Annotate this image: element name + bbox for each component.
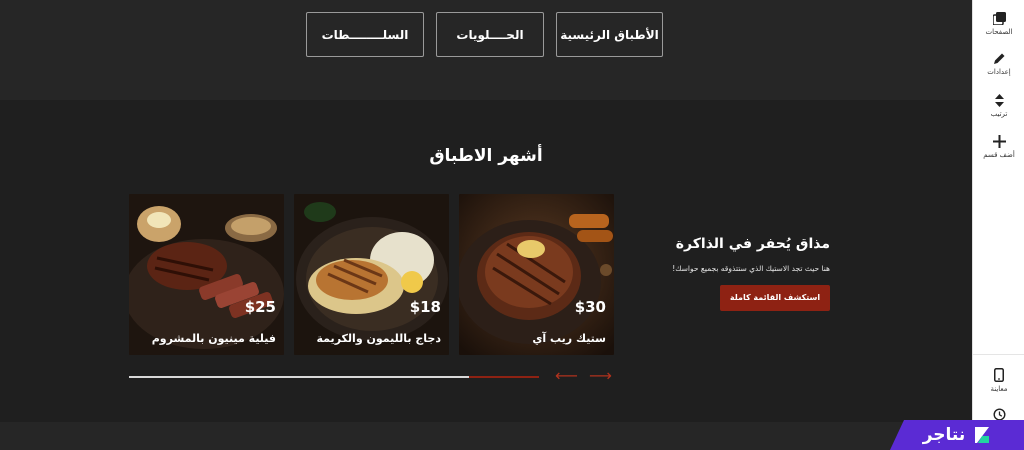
category-desserts-button[interactable]: الحــــلويات	[436, 12, 544, 57]
sidebar-label: معاينة	[990, 385, 1008, 393]
category-strip: الأطباق الرئيسية الحــــلويات السلــــــ…	[0, 0, 972, 100]
dish-card-lemon-chicken[interactable]: $18 دجاج بالليمون والكريمة	[294, 194, 449, 355]
dish-photo	[294, 194, 449, 355]
brand-logo-icon	[975, 427, 990, 443]
pages-icon	[992, 12, 1006, 25]
sidebar-divider	[973, 354, 1024, 355]
explore-menu-button[interactable]: استكشف القائمة كاملة	[720, 285, 830, 311]
sidebar-item-add-section[interactable]: أضف قسم	[973, 135, 1024, 159]
sort-icon	[994, 94, 1004, 107]
section-intro: مذاق يُحفر في الذاكرة هنا حيث تجد الاستي…	[630, 236, 830, 311]
sidebar-item-order[interactable]: ترتيب	[973, 94, 1024, 118]
carousel-next-arrow-icon[interactable]: ⟶	[589, 366, 612, 385]
sidebar-item-settings[interactable]: إعدادات	[973, 52, 1024, 76]
dish-price: $25	[244, 298, 276, 316]
brand-name: نتاجر	[922, 425, 966, 445]
sidebar-item-pages[interactable]: الصفحات	[973, 12, 1024, 36]
pencil-icon	[993, 53, 1004, 64]
category-main-dishes-button[interactable]: الأطباق الرئيسية	[556, 12, 663, 57]
sidebar-label: ترتيب	[990, 110, 1008, 118]
carousel-progress-fill	[129, 376, 470, 378]
dish-price: $18	[409, 298, 441, 316]
intro-title: مذاق يُحفر في الذاكرة	[675, 236, 830, 252]
brand-badge: نتاجر	[890, 420, 1024, 450]
dish-name: دجاج بالليمون والكريمة	[316, 332, 441, 345]
editor-sidebar: الصفحات إعدادات ترتيب أضف قسم معاينة	[972, 0, 1024, 450]
intro-description: هنا حيث تجد الاستيك الذي ستتذوقه بجميع ح…	[672, 264, 830, 273]
dish-name: ستيك ريب آي	[532, 332, 606, 345]
mobile-icon	[994, 368, 1004, 382]
dish-photo	[129, 194, 284, 355]
dish-card-filet-mignon[interactable]: $25 فيلية مينيون بالمشروم	[129, 194, 284, 355]
next-section-strip	[0, 422, 972, 450]
dish-photo	[459, 194, 614, 355]
dish-price: $30	[574, 298, 606, 316]
category-salads-button[interactable]: السلــــــــطات	[306, 12, 424, 57]
sidebar-label: إعدادات	[987, 68, 1011, 76]
sidebar-label: الصفحات	[985, 28, 1013, 36]
sidebar-item-preview[interactable]: معاينة	[973, 368, 1024, 393]
carousel-prev-arrow-icon[interactable]: ⟵	[555, 366, 578, 385]
section-title: أشهر الاطباق	[429, 146, 543, 166]
plus-icon	[992, 135, 1006, 148]
dish-card-ribeye[interactable]: $30 ستيك ريب آي	[459, 194, 614, 355]
dish-name: فيلية مينيون بالمشروم	[151, 332, 276, 345]
sidebar-label: أضف قسم	[983, 151, 1015, 159]
history-icon	[992, 408, 1006, 421]
popular-dishes-section[interactable]: أشهر الاطباق مذاق يُحفر في الذاكرة هنا ح…	[0, 100, 972, 422]
